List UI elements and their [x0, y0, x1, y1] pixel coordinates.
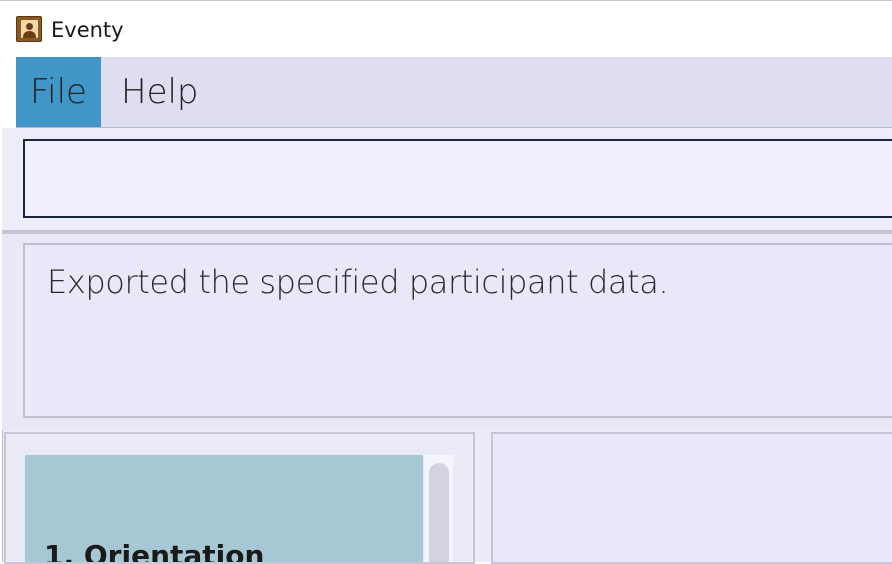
menu-help[interactable]: Help: [121, 57, 199, 127]
detail-panel: [491, 432, 892, 564]
command-input[interactable]: [23, 139, 892, 218]
title-bar: Eventy: [0, 0, 892, 57]
event-title: 1. Orientation: [44, 539, 264, 562]
event-name: Orientation: [83, 539, 265, 562]
menu-bar: File Help: [16, 57, 892, 128]
event-index: 1.: [44, 539, 75, 562]
menu-file[interactable]: File: [16, 57, 101, 127]
address-book-icon: [16, 16, 42, 42]
result-message: Exported the specified participant data.: [47, 263, 669, 301]
list-scrollbar-thumb[interactable]: [429, 463, 449, 562]
event-card[interactable]: 1. Orientation: [25, 455, 423, 562]
window-title: Eventy: [51, 18, 124, 42]
